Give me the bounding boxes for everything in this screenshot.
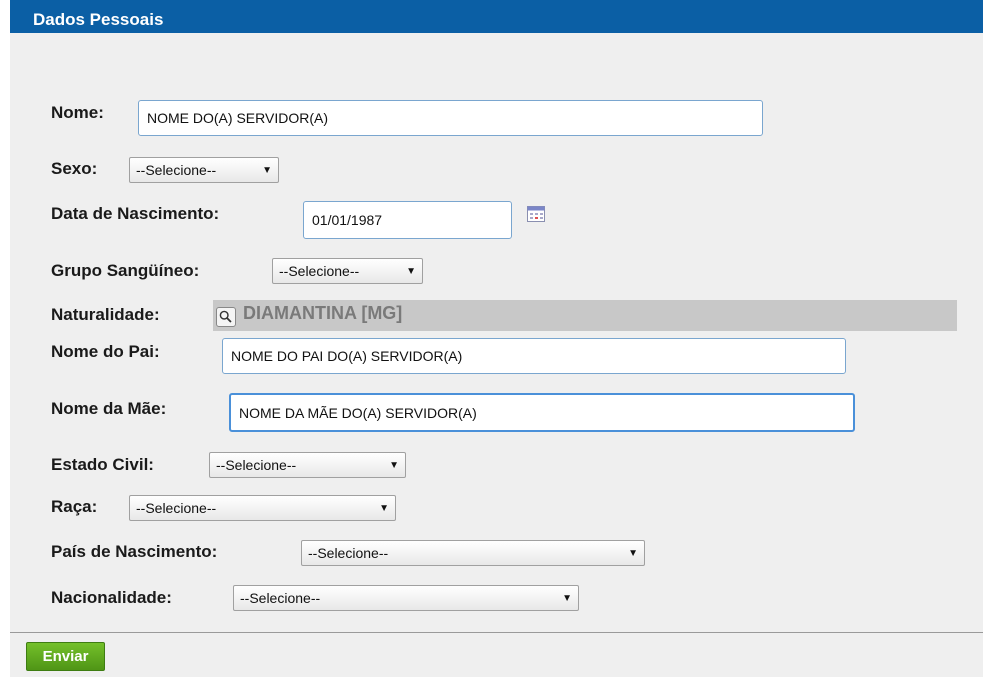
nome-mae-value: NOME DA MÃE DO(A) SERVIDOR(A) <box>239 404 477 421</box>
data-nascimento-label: Data de Nascimento: <box>51 204 220 223</box>
nome-pai-value: NOME DO PAI DO(A) SERVIDOR(A) <box>231 348 463 364</box>
pais-nascimento-label: País de Nascimento: <box>51 542 218 561</box>
raca-selected: --Selecione-- <box>136 500 217 516</box>
nacionalidade-label: Nacionalidade: <box>51 588 172 607</box>
chevron-down-icon: ▼ <box>389 459 399 471</box>
raca-select[interactable]: --Selecione-- ▼ <box>129 495 396 521</box>
nacionalidade-selected: --Selecione-- <box>240 590 321 606</box>
enviar-button[interactable]: Enviar <box>26 642 105 671</box>
chevron-down-icon: ▼ <box>628 547 638 559</box>
section-header: Dados Pessoais <box>10 0 983 33</box>
nome-mae-input[interactable]: NOME DA MÃE DO(A) SERVIDOR(A) <box>229 393 855 432</box>
calendar-icon[interactable] <box>527 206 545 222</box>
estado-civil-label: Estado Civil: <box>51 455 154 474</box>
chevron-down-icon: ▼ <box>562 592 572 604</box>
chevron-down-icon: ▼ <box>262 164 272 176</box>
grupo-sanguineo-select[interactable]: --Selecione-- ▼ <box>272 258 423 284</box>
pais-nascimento-selected: --Selecione-- <box>308 545 389 561</box>
nome-label: Nome: <box>51 103 104 122</box>
nome-pai-label: Nome do Pai: <box>51 342 160 361</box>
sexo-label: Sexo: <box>51 159 98 178</box>
nome-value: NOME DO(A) SERVIDOR(A) <box>147 110 328 126</box>
nome-mae-label: Nome da Mãe: <box>51 399 167 418</box>
section-title: Dados Pessoais <box>33 10 164 29</box>
chevron-down-icon: ▼ <box>406 265 416 277</box>
raca-label: Raça: <box>51 497 98 516</box>
nome-input[interactable]: NOME DO(A) SERVIDOR(A) <box>138 100 763 136</box>
chevron-down-icon: ▼ <box>379 502 389 514</box>
data-nascimento-value: 01/01/1987 <box>312 212 383 228</box>
estado-civil-selected: --Selecione-- <box>216 457 297 473</box>
grupo-sanguineo-label: Grupo Sangüíneo: <box>51 261 200 280</box>
naturalidade-label: Naturalidade: <box>51 305 160 324</box>
magnifier-icon[interactable] <box>216 307 236 327</box>
naturalidade-value: DIAMANTINA [MG] <box>243 303 403 323</box>
grupo-sanguineo-selected: --Selecione-- <box>279 263 360 279</box>
data-nascimento-input[interactable]: 01/01/1987 <box>303 201 512 239</box>
nome-pai-input[interactable]: NOME DO PAI DO(A) SERVIDOR(A) <box>222 338 846 374</box>
sexo-select[interactable]: --Selecione-- ▼ <box>129 157 279 183</box>
divider <box>10 632 983 633</box>
nacionalidade-select[interactable]: --Selecione-- ▼ <box>233 585 579 611</box>
pais-nascimento-select[interactable]: --Selecione-- ▼ <box>301 540 645 566</box>
estado-civil-select[interactable]: --Selecione-- ▼ <box>209 452 406 478</box>
sexo-selected: --Selecione-- <box>136 162 217 178</box>
